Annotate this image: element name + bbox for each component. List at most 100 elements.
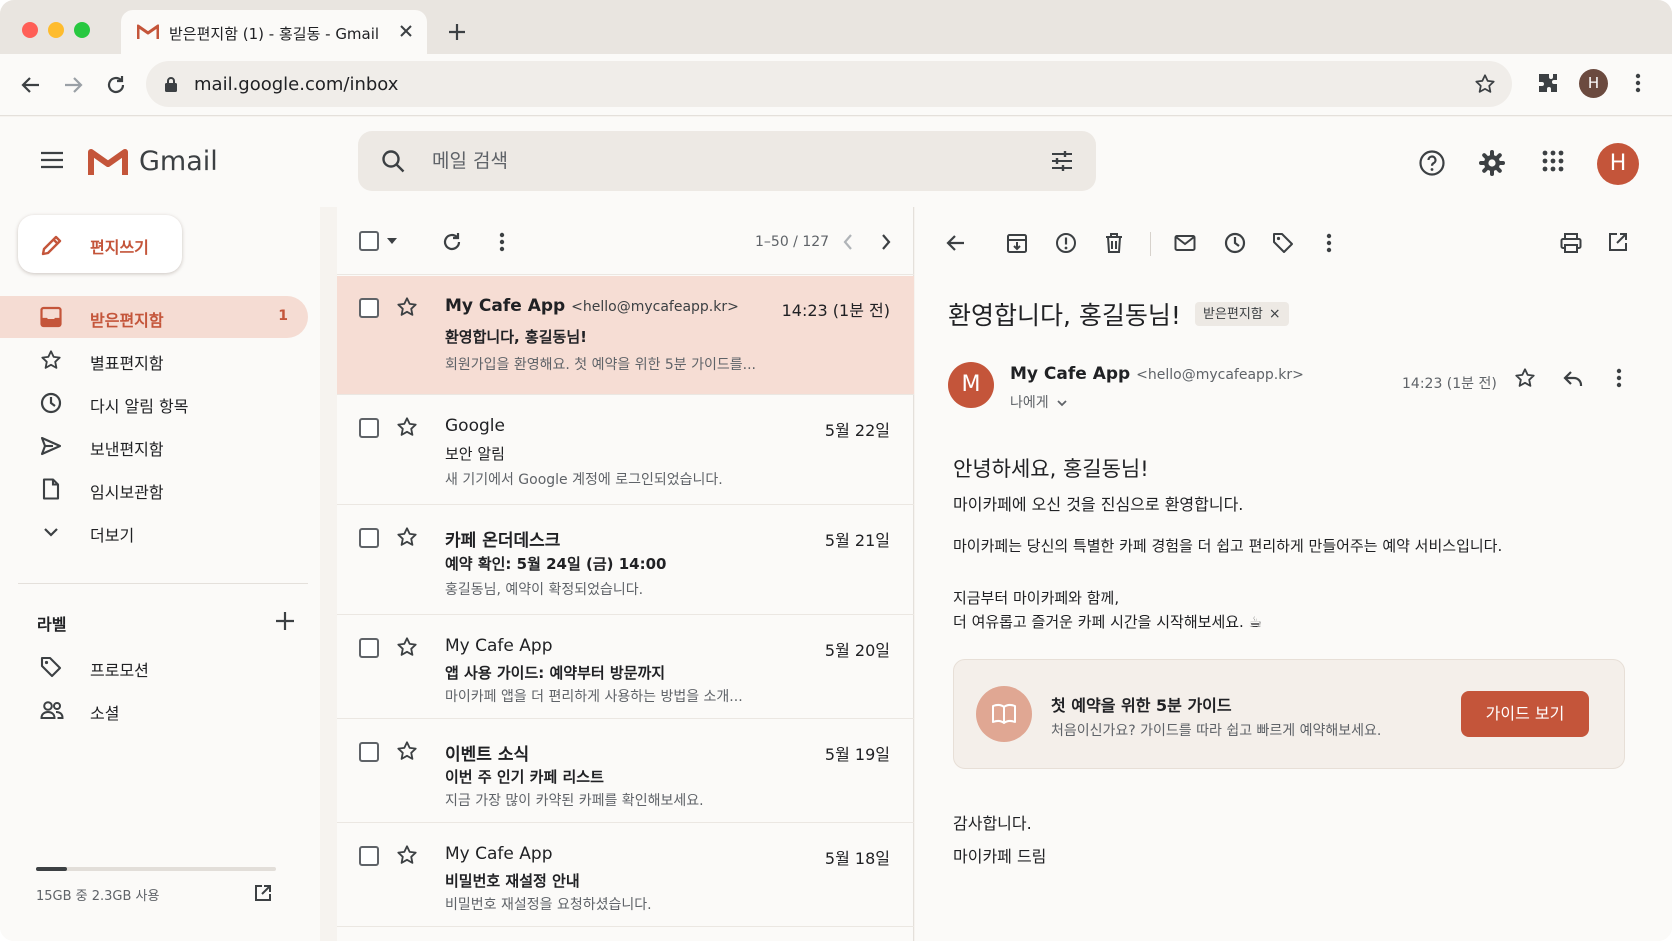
row-checkbox[interactable] [359, 418, 379, 438]
remove-label-icon[interactable]: × [1269, 306, 1281, 322]
sidebar-item-inbox[interactable]: 받은편지함 1 [0, 296, 308, 338]
star-message-icon[interactable] [1514, 367, 1536, 389]
sidebar-item-sent[interactable]: 보낸편지함 [0, 425, 308, 467]
snooze-icon[interactable] [1224, 232, 1246, 254]
minimize-window-icon[interactable] [48, 22, 64, 38]
sidebar-item-starred[interactable]: 별표편지함 [0, 339, 308, 381]
star-icon[interactable] [396, 740, 418, 762]
mail-search-box[interactable] [358, 131, 1096, 191]
row-checkbox[interactable] [359, 742, 379, 762]
delete-icon[interactable] [1104, 232, 1124, 254]
message-row[interactable]: Google 5월 22일 보안 알림 새 기기에서 Google 계정에 로그… [337, 396, 914, 505]
row-sender: My Cafe App [445, 636, 553, 656]
row-subject: 비밀번호 재설정 안내 [445, 872, 580, 890]
sidebar-item-drafts[interactable]: 임시보관함 [0, 468, 308, 510]
next-page-icon[interactable] [880, 233, 892, 251]
sidebar-item-label: 다시 알림 항목 [90, 397, 189, 416]
browser-profile-avatar[interactable]: H [1579, 69, 1608, 98]
account-avatar[interactable]: H [1597, 143, 1639, 185]
more-options-icon[interactable] [1325, 232, 1333, 254]
inbox-label-chip[interactable]: 받은편지함 × [1195, 302, 1289, 326]
search-input[interactable] [432, 145, 992, 177]
sidebar-item-snoozed[interactable]: 다시 알림 항목 [0, 382, 308, 424]
row-checkbox[interactable] [359, 638, 379, 658]
back-to-list-icon[interactable] [945, 232, 967, 254]
maximize-window-icon[interactable] [74, 22, 90, 38]
star-icon[interactable] [396, 526, 418, 548]
message-row[interactable]: 카페 온더데스크 5월 21일 예약 확인: 5월 24일 (금) 14:00 … [337, 506, 914, 615]
lock-icon[interactable] [164, 76, 178, 93]
message-row[interactable]: My Cafe App 5월 20일 앱 사용 가이드: 예약부터 방문까지 마… [337, 616, 914, 719]
archive-icon[interactable] [1006, 232, 1028, 254]
body-line: 마이카페는 당신의 특별한 카페 경험을 더 쉽고 편리하게 만들어주는 예약 … [953, 537, 1503, 555]
toolbar-divider [1150, 232, 1151, 256]
tab-strip: 받은편지함 (1) - 홍길동 - Gmail [0, 0, 1672, 54]
reload-icon[interactable] [105, 74, 127, 96]
body-line: 더 여유롭고 즐거운 카페 시간을 시작해보세요. ☕ [953, 613, 1263, 631]
help-icon[interactable] [1418, 149, 1446, 177]
compose-button[interactable]: 편지쓰기 [18, 215, 182, 273]
settings-gear-icon[interactable] [1478, 149, 1506, 177]
sidebar-item-label: 받은편지함 [90, 311, 164, 330]
draft-icon [40, 478, 62, 500]
browser-tab[interactable]: 받은편지함 (1) - 홍길동 - Gmail [121, 10, 427, 54]
select-all-checkbox[interactable] [359, 231, 379, 251]
message-row[interactable]: My Cafe App 5월 18일 비밀번호 재설정 안내 비밀번호 재설정을… [337, 824, 914, 927]
close-window-icon[interactable] [22, 22, 38, 38]
search-icon[interactable] [380, 148, 406, 174]
refresh-icon[interactable] [441, 231, 463, 253]
mark-unread-icon[interactable] [1174, 232, 1196, 254]
select-dropdown-icon[interactable] [387, 238, 397, 244]
back-icon[interactable] [20, 74, 42, 96]
book-icon [976, 686, 1032, 742]
compose-label: 편지쓰기 [90, 238, 149, 257]
message-more-icon[interactable] [1615, 367, 1623, 389]
sidebar-item-label: 프로모션 [90, 661, 149, 680]
row-checkbox[interactable] [359, 528, 379, 548]
open-in-new-icon[interactable] [254, 884, 272, 902]
guide-card-title: 첫 예약을 위한 5분 가이드 [1051, 696, 1232, 715]
view-guide-button[interactable]: 가이드 보기 [1461, 691, 1589, 737]
close-tab-icon[interactable] [397, 22, 415, 40]
row-date: 5월 21일 [824, 531, 890, 550]
sidebar-item-more[interactable]: 더보기 [0, 511, 308, 553]
url-text[interactable]: mail.google.com/inbox [194, 74, 398, 95]
message-row[interactable]: My Cafe App <hello@mycafeapp.kr> 14:23 (… [337, 276, 914, 395]
star-icon[interactable] [396, 416, 418, 438]
row-date: 14:23 (1분 전) [781, 301, 890, 320]
bookmark-star-icon[interactable] [1474, 73, 1496, 95]
star-icon[interactable] [396, 636, 418, 658]
reading-pane: 환영합니다, 홍길동님! 받은편지함 × M My Cafe App <hello… [915, 207, 1672, 941]
sidebar-divider [18, 583, 308, 584]
forward-icon[interactable] [62, 74, 84, 96]
tag-icon [40, 656, 62, 678]
row-checkbox[interactable] [359, 298, 379, 318]
previous-page-icon[interactable] [842, 233, 854, 251]
apps-grid-icon[interactable] [1541, 149, 1565, 173]
reply-icon[interactable] [1562, 367, 1584, 389]
body-line: 마이카페에 오신 것을 진심으로 환영합니다. [953, 495, 1244, 514]
recipient-details[interactable]: 나에게 [1010, 392, 1067, 412]
browser-menu-icon[interactable] [1634, 71, 1642, 95]
gmail-wordmark[interactable]: Gmail [139, 146, 218, 177]
sender-avatar[interactable]: M [948, 362, 994, 408]
main-menu-icon[interactable] [40, 151, 64, 169]
search-options-icon[interactable] [1050, 149, 1074, 173]
sidebar-item-promotions[interactable]: 프로모션 [0, 646, 308, 688]
extensions-icon[interactable] [1536, 71, 1560, 95]
new-tab-icon[interactable] [447, 22, 467, 42]
address-bar[interactable]: mail.google.com/inbox [146, 61, 1512, 107]
label-tag-icon[interactable] [1272, 232, 1294, 254]
message-row[interactable]: 이벤트 소식 5월 19일 이번 주 인기 카페 리스트 지금 가장 많이 카약… [337, 720, 914, 823]
print-icon[interactable] [1560, 232, 1582, 254]
star-icon[interactable] [396, 296, 418, 318]
add-label-icon[interactable] [275, 611, 295, 631]
open-in-new-window-icon[interactable] [1608, 232, 1628, 252]
row-checkbox[interactable] [359, 846, 379, 866]
star-icon[interactable] [396, 844, 418, 866]
sidebar-item-social[interactable]: 소셜 [0, 689, 308, 731]
guide-card-subtitle: 처음이신가요? 가이드를 따라 쉽고 빠르게 예약해보세요. [1051, 723, 1382, 739]
report-spam-icon[interactable] [1055, 232, 1077, 254]
gmail-logo-icon[interactable] [88, 147, 128, 177]
list-more-icon[interactable] [498, 231, 506, 253]
